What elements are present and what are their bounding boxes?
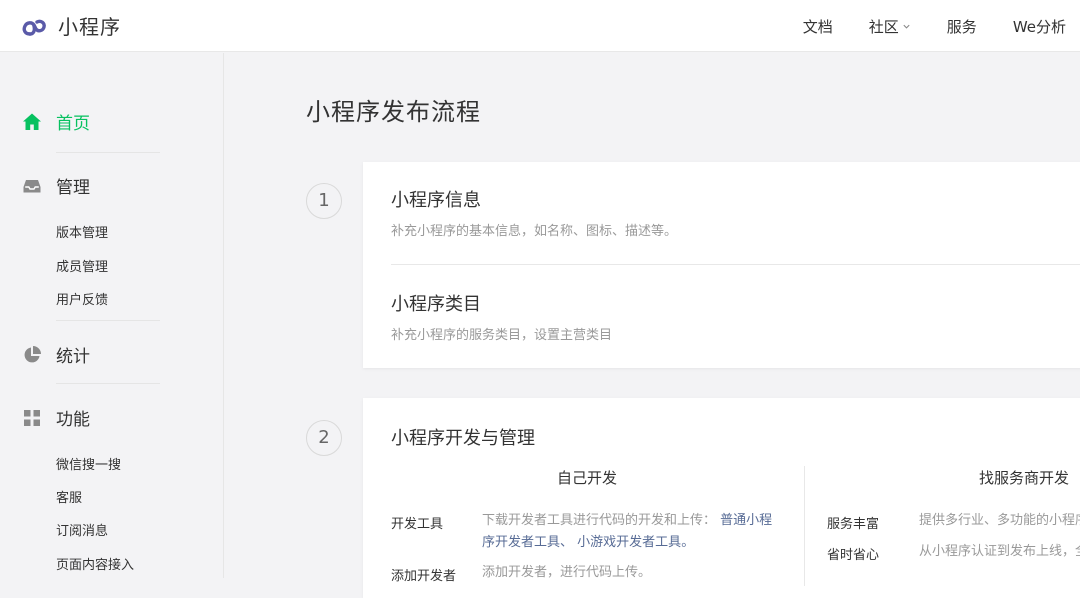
save-effort-desc: 从小程序认证到发布上线，全程服务 (919, 544, 1080, 559)
top-nav: 文档 社区 服务 We分析 (803, 0, 1066, 52)
normal-devtools-link[interactable]: 普通小程 (720, 513, 772, 528)
mini-program-info-desc: 补充小程序的基本信息，如名称、图标、描述等。 (391, 224, 678, 239)
mini-program-logo-icon (22, 19, 46, 36)
mini-program-category-title[interactable]: 小程序类目 (391, 290, 481, 316)
step2-card: 小程序开发与管理 自己开发 找服务商开发 开发工具 下载开发者工具进行代码的开发… (363, 398, 1080, 598)
save-effort-label: 省时省心 (827, 548, 880, 563)
dev-manage-title: 小程序开发与管理 (391, 428, 535, 449)
sidebar-divider (56, 383, 160, 384)
self-develop-heading: 自己开发 (557, 469, 618, 487)
sidebar-sub-wechat-search[interactable]: 微信搜一搜 (56, 454, 121, 473)
column-divider (804, 466, 805, 586)
nav-services-label: 服务 (946, 17, 977, 36)
sidebar-sub-user-feedback[interactable]: 用户反馈 (56, 289, 108, 308)
nav-docs-label: 文档 (802, 17, 833, 36)
add-developer-label: 添加开发者 (391, 569, 457, 584)
service-provider-heading: 找服务商开发 (979, 469, 1070, 487)
pie-chart-icon (24, 345, 41, 362)
sidebar-sub-customer-service[interactable]: 客服 (56, 487, 82, 506)
link-separator: 、 (560, 535, 574, 550)
desc-suffix: 。 (681, 535, 695, 550)
sidebar-divider (56, 320, 160, 321)
nav-docs[interactable]: 文档 (803, 16, 833, 37)
sidebar-sub-page-content-access[interactable]: 页面内容接入 (56, 554, 134, 573)
dev-tools-desc: 下载开发者工具进行代码的开发和上传： 普通小程 序开发者工具、 小游戏开发者工具… (482, 510, 782, 554)
sidebar-item-features[interactable]: 功能 (22, 405, 90, 430)
sidebar-item-manage-label: 管理 (56, 178, 90, 198)
mini-program-info-title[interactable]: 小程序信息 (391, 186, 481, 212)
sidebar-item-stats-label: 统计 (56, 347, 90, 367)
sidebar-sub-member-manage[interactable]: 成员管理 (56, 256, 108, 275)
sidebar-item-features-label: 功能 (56, 410, 90, 430)
top-header: 小程序 文档 社区 服务 We分析 (0, 0, 1080, 52)
dev-tools-label: 开发工具 (391, 517, 444, 532)
mini-program-category-desc: 补充小程序的服务类目，设置主营类目 (391, 328, 613, 343)
sidebar-item-stats[interactable]: 统计 (22, 342, 90, 367)
nav-we-analytics-label: We分析 (1012, 17, 1066, 36)
step-number-badge: 2 (306, 420, 342, 456)
minigame-devtools-link[interactable]: 小游戏开发者工具 (577, 535, 681, 550)
nav-community[interactable]: 社区 (869, 16, 911, 37)
nav-we-analytics[interactable]: We分析 (1013, 16, 1066, 37)
brand-title: 小程序 (58, 14, 121, 39)
rich-services-desc: 提供多行业、多功能的小程序开发服务 (919, 513, 1080, 528)
chevron-down-icon (903, 24, 910, 29)
grid-icon (24, 409, 40, 426)
sidebar-item-home-label: 首页 (56, 114, 90, 134)
nav-community-label: 社区 (868, 17, 899, 36)
sidebar-divider (56, 152, 160, 153)
brand[interactable]: 小程序 (20, 9, 121, 41)
nav-services[interactable]: 服务 (947, 16, 977, 37)
normal-devtools-link-cont[interactable]: 序开发者工具 (482, 535, 560, 550)
sidebar-item-manage[interactable]: 管理 (22, 173, 90, 198)
step-number-badge: 1 (306, 183, 342, 219)
sidebar-sub-version-manage[interactable]: 版本管理 (56, 222, 108, 241)
rich-services-label: 服务丰富 (827, 517, 880, 532)
sidebar: 首页 管理 版本管理 成员管理 用户反馈 统计 功能 微信搜一搜 客服 订阅消息… (0, 53, 224, 578)
card-divider (391, 264, 1080, 265)
add-developer-desc: 添加开发者，进行代码上传。 (482, 565, 652, 580)
inbox-icon (23, 179, 41, 192)
sidebar-sub-subscription-message[interactable]: 订阅消息 (56, 520, 108, 539)
step1-card: 小程序信息 补充小程序的基本信息，如名称、图标、描述等。 小程序类目 补充小程序… (363, 162, 1080, 368)
page-title: 小程序发布流程 (306, 98, 481, 126)
home-icon (23, 113, 41, 130)
sidebar-item-home[interactable]: 首页 (22, 109, 90, 134)
dev-tools-desc-text: 下载开发者工具进行代码的开发和上传： (482, 513, 717, 528)
